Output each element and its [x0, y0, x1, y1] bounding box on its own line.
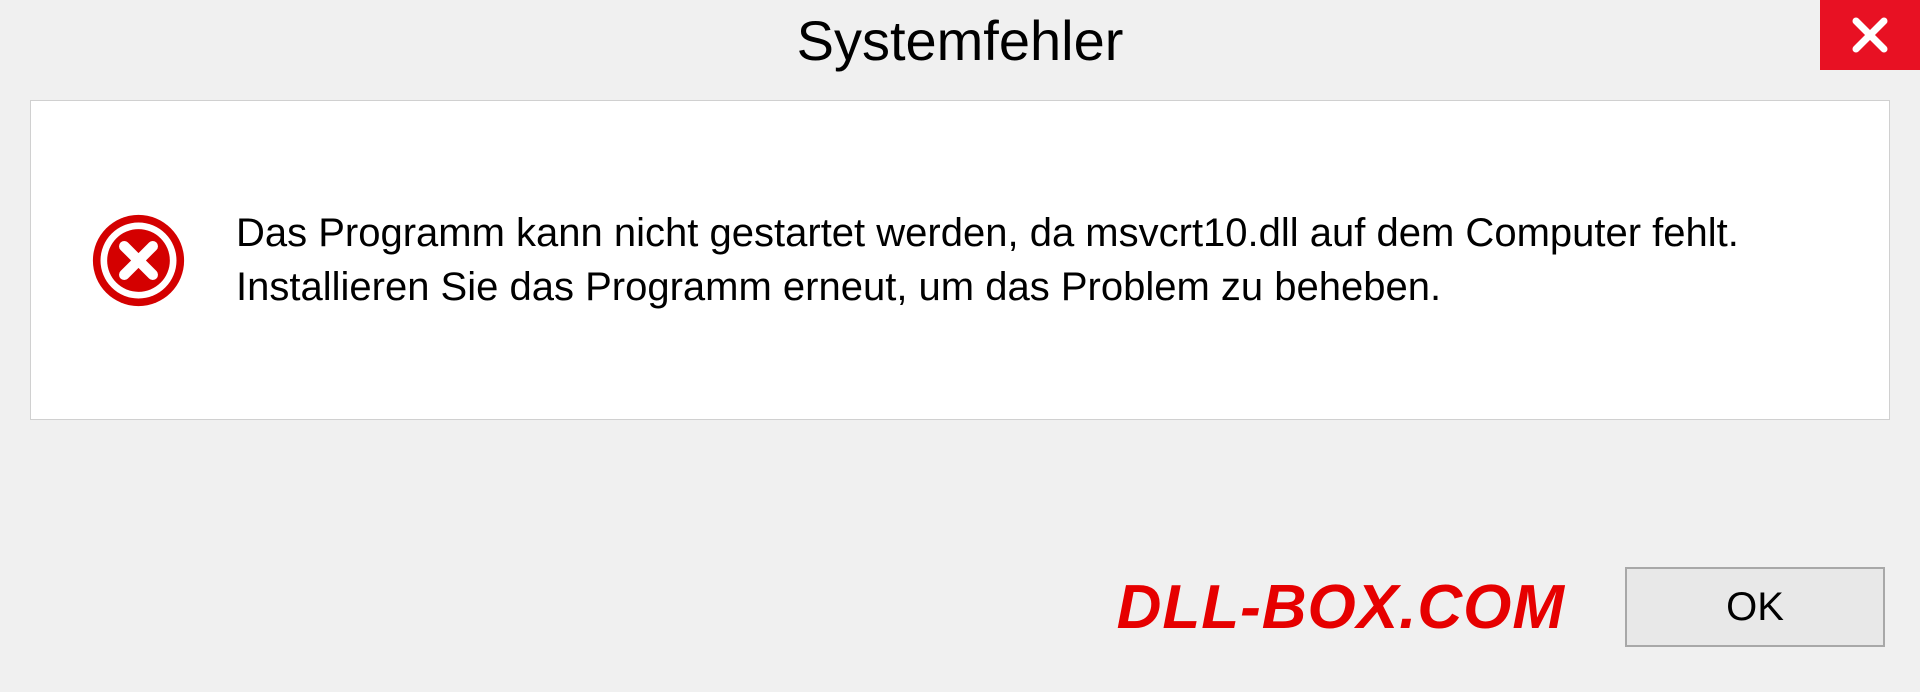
close-button[interactable] [1820, 0, 1920, 70]
content-area: Das Programm kann nicht gestartet werden… [0, 80, 1920, 537]
dialog-footer: DLL-BOX.COM OK [0, 537, 1920, 692]
dialog-title: Systemfehler [797, 8, 1124, 73]
ok-button-label: OK [1726, 585, 1784, 630]
titlebar: Systemfehler [0, 0, 1920, 80]
error-icon [91, 213, 186, 308]
watermark-text: DLL-BOX.COM [1117, 572, 1565, 643]
error-message: Das Programm kann nicht gestartet werden… [236, 206, 1829, 314]
error-dialog: Systemfehler Das Programm kann nicht ges… [0, 0, 1920, 692]
ok-button[interactable]: OK [1625, 567, 1885, 647]
close-icon [1850, 15, 1890, 55]
message-box: Das Programm kann nicht gestartet werden… [30, 100, 1890, 420]
